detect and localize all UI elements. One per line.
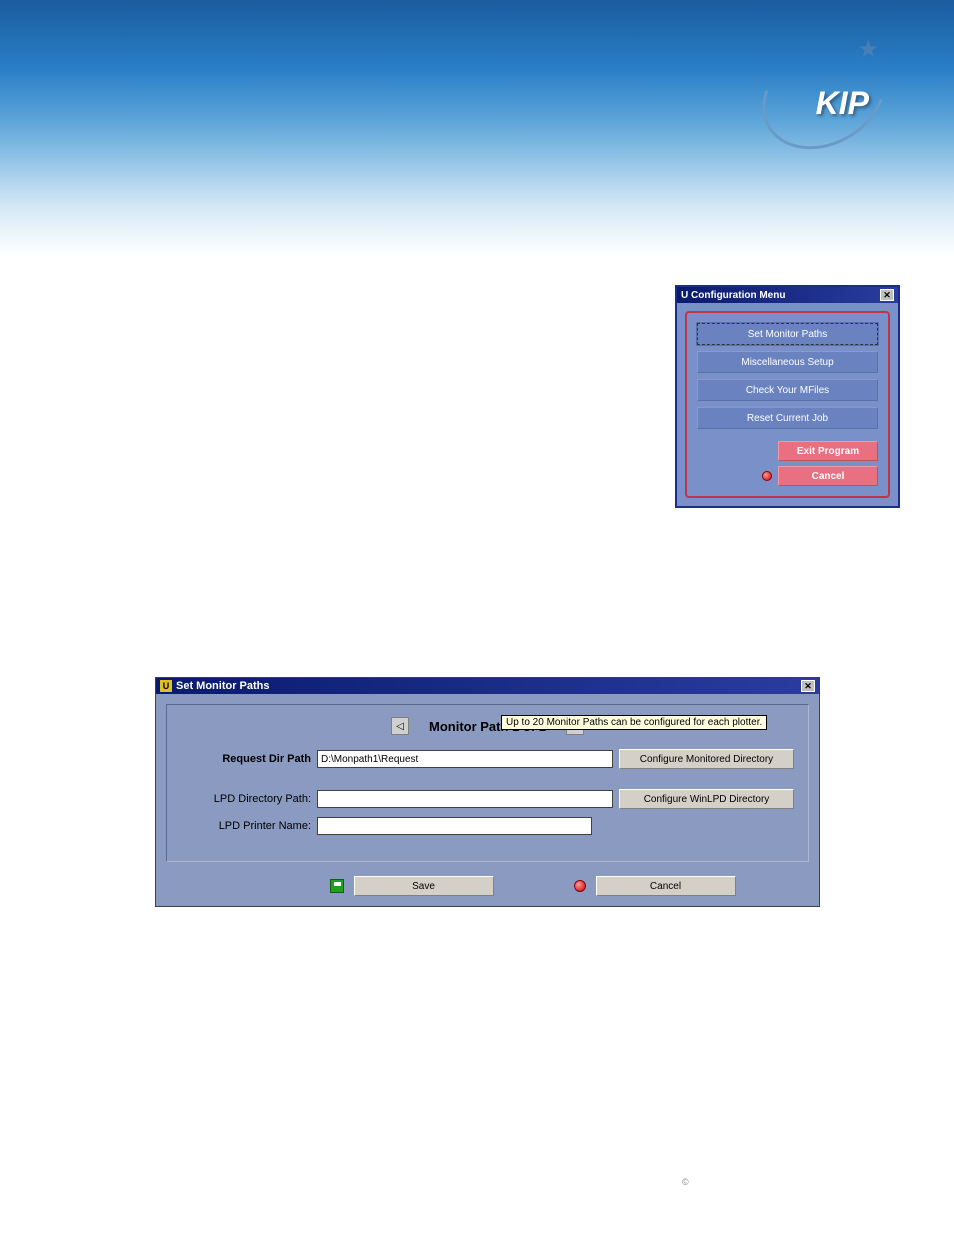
- config-cancel-button[interactable]: Cancel: [778, 466, 878, 486]
- miscellaneous-setup-button[interactable]: Miscellaneous Setup: [697, 351, 878, 373]
- set-monitor-paths-button[interactable]: Set Monitor Paths: [697, 323, 878, 345]
- reset-current-job-button[interactable]: Reset Current Job: [697, 407, 878, 429]
- page-header-band: ★ KIP: [0, 0, 954, 175]
- monitor-cancel-button[interactable]: Cancel: [596, 876, 736, 896]
- exit-program-button[interactable]: Exit Program: [778, 441, 878, 461]
- save-disk-icon: [330, 879, 344, 893]
- set-monitor-paths-dialog: U Set Monitor Paths ✕ ◁ Monitor Path 1 o…: [155, 677, 820, 907]
- close-icon[interactable]: ✕: [880, 289, 894, 301]
- header-fade: [0, 175, 954, 255]
- configuration-menu-dialog: U Configuration Menu ✕ Set Monitor Paths…: [675, 285, 900, 508]
- lpd-directory-label: LPD Directory Path:: [181, 793, 311, 805]
- close-icon[interactable]: ✕: [801, 680, 815, 692]
- logo-text: KIP: [816, 85, 869, 122]
- config-menu-titlebar: U Configuration Menu ✕: [677, 287, 898, 303]
- check-mfiles-button[interactable]: Check Your MFiles: [697, 379, 878, 401]
- monitor-paths-titlebar: U Set Monitor Paths ✕: [156, 678, 819, 694]
- triangle-left-icon: ◁: [396, 721, 404, 732]
- tooltip: Up to 20 Monitor Paths can be configured…: [501, 715, 767, 730]
- request-dir-input[interactable]: [317, 750, 613, 768]
- lpd-printer-label: LPD Printer Name:: [181, 820, 311, 832]
- monitor-paths-title: Set Monitor Paths: [176, 680, 270, 692]
- save-button[interactable]: Save: [354, 876, 494, 896]
- prev-path-button[interactable]: ◁: [391, 717, 409, 735]
- star-icon: ★: [857, 35, 879, 64]
- configure-winlpd-directory-button[interactable]: Configure WinLPD Directory: [619, 789, 794, 809]
- config-menu-title: Configuration Menu: [691, 290, 785, 301]
- request-dir-label: Request Dir Path: [181, 753, 311, 765]
- cancel-indicator-icon: [762, 471, 772, 481]
- app-icon: U: [160, 680, 172, 692]
- config-menu-frame: Set Monitor Paths Miscellaneous Setup Ch…: [685, 311, 890, 498]
- lpd-printer-input[interactable]: [317, 817, 592, 835]
- kip-logo: ★ KIP: [754, 30, 894, 150]
- app-icon: U: [681, 290, 688, 301]
- monitor-paths-frame: ◁ Monitor Path 1 of 1 ▷ Up to 20 Monitor…: [166, 704, 809, 862]
- copyright-symbol: ©: [682, 1177, 689, 1187]
- configure-monitored-directory-button[interactable]: Configure Monitored Directory: [619, 749, 794, 769]
- lpd-directory-input[interactable]: [317, 790, 613, 808]
- cancel-indicator-icon: [574, 880, 586, 892]
